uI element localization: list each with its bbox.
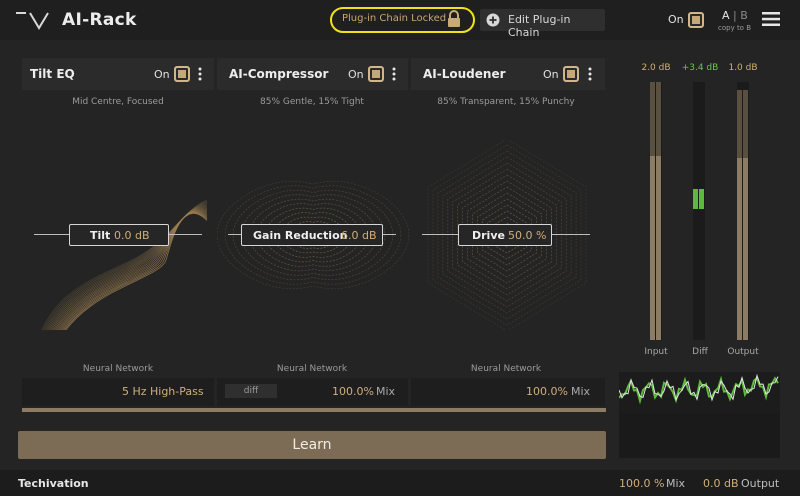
input-meter (650, 82, 662, 340)
output-meter-left-bar (737, 158, 742, 340)
diff-meter (693, 82, 705, 340)
brand-label: Techivation (18, 477, 89, 490)
mix-value: 100.0% (526, 385, 568, 398)
diff-meter-label: Diff (692, 347, 708, 357)
copy-to-b-link[interactable]: copy to B (718, 24, 751, 32)
edit-plugin-chain-button[interactable]: Edit Plug-in Chain (480, 9, 605, 39)
module-title: AI-Compressor (229, 67, 329, 81)
loudener-mix-control[interactable]: 100.0% Mix (411, 378, 605, 406)
neural-network-label: Neural Network (470, 364, 542, 374)
neural-network-label: Neural Network (82, 364, 154, 374)
drive-param-control[interactable]: Drive 50.0 % (458, 224, 552, 246)
ab-compare[interactable]: A | B (722, 9, 748, 22)
param-value: 0.0 dB (114, 229, 150, 242)
diff-toggle-button[interactable]: diff (225, 384, 277, 398)
param-value: 6.0 dB (341, 229, 377, 242)
tilt-highpass-control[interactable]: 5 Hz High-Pass (22, 378, 214, 406)
module-on-label: On (154, 68, 170, 81)
highpass-value: 5 Hz (122, 385, 147, 398)
highpass-unit: High-Pass (150, 385, 204, 398)
param-name: Drive (472, 229, 505, 242)
output-meter (737, 82, 749, 340)
more-options-icon[interactable] (392, 66, 396, 82)
global-output-unit: Output (741, 477, 780, 490)
app-title: AI-Rack (62, 10, 137, 30)
learn-label: Learn (292, 437, 332, 453)
global-on-label: On (668, 13, 684, 26)
mix-value: 100.0% (332, 385, 374, 398)
param-name: Tilt (90, 229, 111, 242)
plus-circle-icon (486, 13, 500, 27)
lock-icon[interactable] (446, 10, 462, 28)
waveform-graph (618, 373, 779, 405)
module-on-label: On (348, 68, 364, 81)
header-bar: AI-Rack Plug-in Chain Locked Edit Plug-i… (0, 0, 800, 40)
waveform-lower-area (619, 413, 780, 458)
input-meter-label: Input (644, 347, 668, 357)
neural-network-label: Neural Network (276, 364, 348, 374)
module-description: Mid Centre, Focused (72, 97, 164, 107)
module-on-toggle[interactable] (563, 66, 579, 82)
module-title: AI-Loudener (423, 67, 506, 81)
global-mix-unit: Mix (666, 477, 686, 490)
mix-unit: Mix (376, 385, 396, 398)
edit-plugin-chain-label: Edit Plug-in Chain (508, 13, 571, 39)
more-options-icon[interactable] (198, 66, 202, 82)
param-value: 50.0 % (508, 229, 547, 242)
diff-meter-right-bar (699, 189, 704, 209)
plugin-chain-locked-label: Plug-in Chain Locked (342, 13, 447, 24)
compressor-mix-control[interactable]: diff 100.0% Mix (217, 378, 408, 406)
global-on-toggle[interactable] (688, 12, 704, 28)
output-meter-value: 1.0 dB (728, 63, 758, 73)
learn-progress-bar (22, 408, 606, 412)
module-on-toggle[interactable] (174, 66, 190, 82)
hamburger-menu-icon[interactable] (762, 11, 780, 27)
global-output-value[interactable]: 0.0 dB (703, 477, 739, 490)
diff-meter-left-bar (693, 189, 698, 209)
mix-unit: Mix (571, 385, 591, 398)
output-meter-right-bar (743, 158, 748, 340)
global-mix-value[interactable]: 100.0 % (619, 477, 664, 490)
module-description: 85% Transparent, 15% Punchy (437, 97, 575, 107)
input-meter-value: 2.0 dB (641, 63, 671, 73)
module-header-tilt-eq: Tilt EQ On (22, 58, 214, 90)
more-options-icon[interactable] (588, 66, 592, 82)
output-meter-label: Output (727, 347, 759, 357)
input-meter-left-bar (650, 156, 655, 340)
input-meter-right-bar (656, 156, 661, 340)
module-header-ai-loudener: AI-Loudener On (411, 58, 605, 90)
ai-rack-window: AI-Rack Plug-in Chain Locked Edit Plug-i… (0, 0, 800, 496)
learn-button[interactable]: Learn (18, 431, 606, 459)
footer-bar: Techivation 100.0 % Mix 0.0 dB Output (0, 470, 800, 496)
module-on-toggle[interactable] (368, 66, 384, 82)
diff-meter-value: +3.4 dB (681, 63, 719, 73)
ab-a-label[interactable]: A (722, 9, 730, 22)
module-title: Tilt EQ (30, 67, 75, 81)
module-description: 85% Gentle, 15% Tight (260, 97, 364, 107)
ab-separator: | (733, 9, 737, 22)
techivation-logo-icon (16, 12, 49, 30)
gain-reduction-param-control[interactable]: Gain Reduction 6.0 dB (241, 224, 383, 246)
module-header-ai-compressor: AI-Compressor On (217, 58, 408, 90)
param-name: Gain Reduction (253, 229, 348, 242)
tilt-param-control[interactable]: Tilt 0.0 dB (69, 224, 169, 246)
ab-b-label[interactable]: B (740, 9, 748, 22)
module-on-label: On (543, 68, 559, 81)
